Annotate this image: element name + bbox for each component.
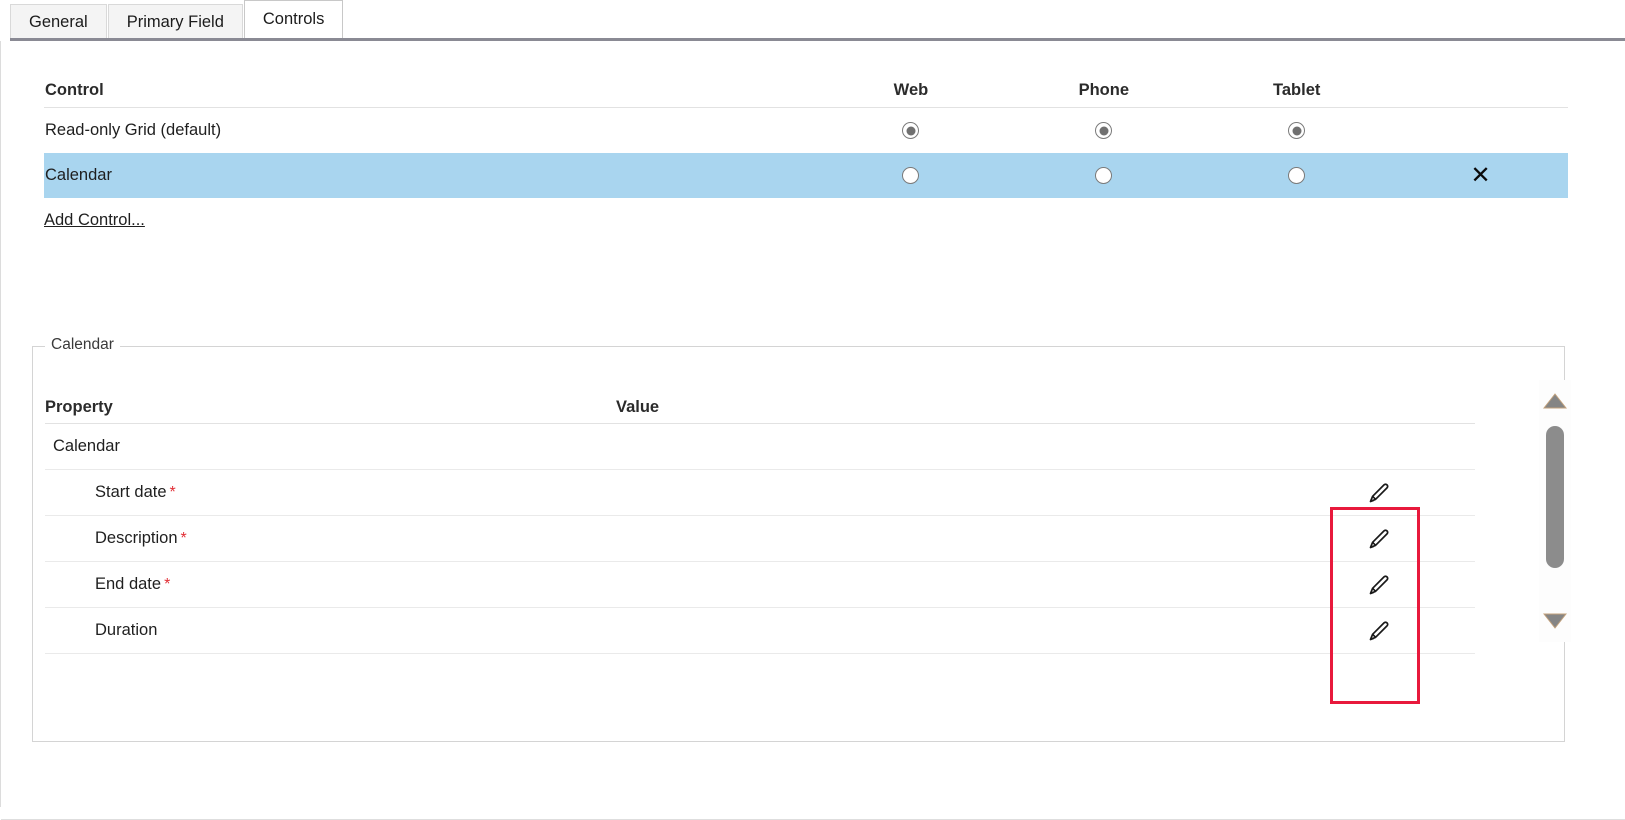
radio-cell-web	[815, 121, 1008, 140]
property-label-end-date: End date *	[45, 575, 646, 594]
property-name: Description	[95, 529, 178, 547]
column-header-tablet: Tablet	[1273, 81, 1321, 99]
controls-table: Control Web Phone Tablet Read-only Grid …	[44, 65, 1568, 198]
edit-cell-description	[1283, 524, 1475, 554]
column-header-property: Property	[45, 398, 113, 416]
property-label-calendar: Calendar	[45, 437, 621, 456]
required-asterisk: *	[164, 576, 171, 593]
edit-cell-start-date	[1283, 478, 1475, 508]
pencil-icon[interactable]	[1364, 570, 1394, 600]
radio-cell-tablet	[1200, 166, 1393, 185]
radio-web-readonly-grid[interactable]	[902, 122, 920, 140]
pencil-icon[interactable]	[1364, 616, 1394, 646]
radio-cell-phone	[1007, 166, 1200, 185]
table-row[interactable]: Calendar	[45, 424, 1475, 470]
radio-web-calendar[interactable]	[902, 167, 920, 185]
calendar-properties-fieldset: Calendar Property Value Calendar Start d…	[32, 336, 1571, 742]
property-name: Calendar	[53, 437, 120, 455]
radio-cell-web	[815, 166, 1008, 185]
column-header-control: Control	[45, 81, 104, 99]
property-name: Duration	[95, 621, 158, 639]
add-control-link[interactable]: Add Control...	[44, 211, 145, 230]
column-header-edit	[1276, 417, 1475, 423]
property-grid: Property Value Calendar Start date * Des…	[45, 389, 1475, 654]
tab-strip: General Primary Field Controls	[0, 0, 1625, 41]
tab-primary-field[interactable]: Primary Field	[107, 4, 243, 38]
required-asterisk: *	[180, 530, 187, 547]
tab-list: General Primary Field Controls	[10, 0, 344, 38]
control-name-readonly-grid: Read-only Grid (default)	[45, 121, 222, 139]
radio-cell-phone	[1007, 121, 1200, 140]
table-row[interactable]: Duration	[45, 608, 1475, 654]
edit-cell-duration	[1283, 616, 1475, 646]
property-name: Start date	[95, 483, 167, 501]
pencil-icon[interactable]	[1364, 478, 1394, 508]
scroll-down-arrow-icon[interactable]	[1543, 612, 1567, 630]
column-header-web: Web	[893, 81, 929, 99]
tab-controls[interactable]: Controls	[243, 0, 344, 38]
property-label-start-date: Start date *	[45, 483, 646, 502]
fieldset-legend: Calendar	[45, 336, 120, 354]
radio-tablet-readonly-grid[interactable]	[1288, 122, 1306, 140]
scrollbar-thumb[interactable]	[1546, 426, 1564, 568]
tab-general[interactable]: General	[10, 4, 107, 38]
table-row[interactable]: Calendar ✕	[44, 153, 1568, 198]
column-header-phone: Phone	[1078, 81, 1130, 99]
property-label-duration: Duration	[45, 621, 646, 640]
radio-tablet-calendar[interactable]	[1288, 167, 1306, 185]
table-row[interactable]: Start date *	[45, 470, 1475, 516]
edit-cell-end-date	[1283, 570, 1475, 600]
property-label-description: Description *	[45, 529, 646, 548]
required-asterisk: *	[169, 484, 176, 501]
radio-cell-tablet	[1200, 121, 1393, 140]
property-grid-scrollbar[interactable]	[1539, 380, 1571, 642]
pencil-icon[interactable]	[1364, 524, 1394, 554]
controls-page: Control Web Phone Tablet Read-only Grid …	[0, 41, 1625, 820]
property-name: End date	[95, 575, 162, 593]
control-name-calendar: Calendar	[45, 166, 112, 184]
radio-phone-calendar[interactable]	[1095, 167, 1113, 185]
radio-phone-readonly-grid[interactable]	[1095, 122, 1113, 140]
controls-table-header: Control Web Phone Tablet	[44, 65, 1568, 108]
column-header-value: Value	[616, 398, 660, 416]
table-row[interactable]: Read-only Grid (default)	[44, 108, 1568, 153]
scroll-up-arrow-icon[interactable]	[1543, 392, 1567, 410]
table-row[interactable]: End date *	[45, 562, 1475, 608]
table-row[interactable]: Description *	[45, 516, 1475, 562]
close-icon[interactable]: ✕	[1471, 163, 1491, 187]
action-cell-calendar: ✕	[1393, 163, 1568, 188]
property-grid-header: Property Value	[45, 389, 1475, 424]
